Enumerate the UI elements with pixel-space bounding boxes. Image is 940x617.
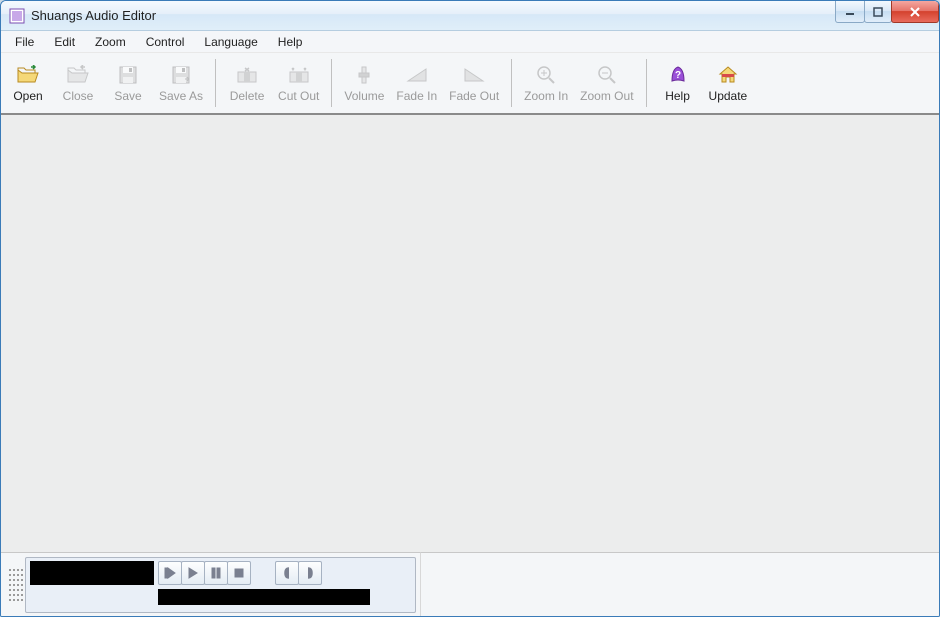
- toolbar-label: Update: [709, 89, 748, 103]
- folder-open-icon: [16, 63, 40, 87]
- delete-button[interactable]: Delete: [222, 61, 272, 105]
- panel-grip[interactable]: [5, 557, 25, 613]
- window-controls: [836, 1, 939, 23]
- play-icon: [187, 567, 199, 579]
- app-icon: [9, 8, 25, 24]
- menu-edit[interactable]: Edit: [44, 32, 85, 52]
- magnifier-plus-icon: [534, 63, 558, 87]
- selection-start-button[interactable]: [275, 561, 299, 585]
- selection-end-button[interactable]: [298, 561, 322, 585]
- menubar: File Edit Zoom Control Language Help: [1, 31, 939, 53]
- play-button[interactable]: [181, 561, 205, 585]
- footer-panel: [1, 552, 939, 616]
- minimize-icon: [844, 6, 856, 18]
- update-button[interactable]: Update: [703, 61, 754, 105]
- fade-in-icon: [405, 63, 429, 87]
- maximize-button[interactable]: [864, 1, 892, 23]
- titlebar[interactable]: Shuangs Audio Editor: [1, 1, 939, 31]
- toolbar-label: Save As: [159, 89, 203, 103]
- toolbar-label: Save: [114, 89, 141, 103]
- selection-brackets: [275, 561, 322, 585]
- pause-button[interactable]: [204, 561, 228, 585]
- toolbar-label: Zoom Out: [580, 89, 633, 103]
- help-button[interactable]: ? Help: [653, 61, 703, 105]
- toolbar-label: Volume: [344, 89, 384, 103]
- save-button[interactable]: Save: [103, 61, 153, 105]
- fade-out-button[interactable]: Fade Out: [443, 61, 505, 105]
- menu-language[interactable]: Language: [194, 32, 267, 52]
- toolbar-separator: [511, 59, 512, 107]
- open-button[interactable]: Open: [3, 61, 53, 105]
- save-as-button[interactable]: Save As: [153, 61, 209, 105]
- menu-zoom[interactable]: Zoom: [85, 32, 136, 52]
- close-icon: [908, 6, 922, 18]
- pause-icon: [210, 567, 222, 579]
- menu-control[interactable]: Control: [136, 32, 195, 52]
- help-book-icon: ?: [666, 63, 690, 87]
- footer-right-panel: [421, 552, 939, 616]
- svg-text:?: ?: [674, 70, 680, 81]
- maximize-icon: [872, 6, 884, 18]
- waveform-area: [1, 115, 939, 552]
- playback-controls: [158, 561, 251, 585]
- minimize-button[interactable]: [835, 1, 865, 23]
- menu-help[interactable]: Help: [268, 32, 313, 52]
- slider-icon: [352, 63, 376, 87]
- app-window: Shuangs Audio Editor File Edit Zoom Cont…: [0, 0, 940, 617]
- toolbar-label: Open: [13, 89, 42, 103]
- toolbar-label: Fade Out: [449, 89, 499, 103]
- magnifier-minus-icon: [595, 63, 619, 87]
- floppy-arrow-icon: [169, 63, 193, 87]
- stop-button[interactable]: [227, 561, 251, 585]
- close-file-button[interactable]: Close: [53, 61, 103, 105]
- stop-icon: [233, 567, 245, 579]
- fade-in-button[interactable]: Fade In: [390, 61, 443, 105]
- window-title: Shuangs Audio Editor: [31, 8, 836, 23]
- player-panel: [25, 557, 416, 613]
- delete-icon: [235, 63, 259, 87]
- zoom-out-button[interactable]: Zoom Out: [574, 61, 639, 105]
- position-display: [158, 589, 370, 605]
- cut-out-button[interactable]: Cut Out: [272, 61, 325, 105]
- floppy-icon: [116, 63, 140, 87]
- player-container: [1, 552, 421, 616]
- toolbar-separator: [215, 59, 216, 107]
- zoom-in-button[interactable]: Zoom In: [518, 61, 574, 105]
- folder-close-icon: [66, 63, 90, 87]
- toolbar-label: Close: [63, 89, 94, 103]
- toolbar-separator: [646, 59, 647, 107]
- play-from-start-button[interactable]: [158, 561, 182, 585]
- volume-button[interactable]: Volume: [338, 61, 390, 105]
- toolbar-label: Zoom In: [524, 89, 568, 103]
- bracket-close-icon: [304, 567, 316, 579]
- scissors-icon: [287, 63, 311, 87]
- toolbar-label: Delete: [230, 89, 265, 103]
- menu-file[interactable]: File: [5, 32, 44, 52]
- toolbar-label: Cut Out: [278, 89, 319, 103]
- fade-out-icon: [462, 63, 486, 87]
- toolbar-label: Fade In: [396, 89, 437, 103]
- bracket-open-icon: [281, 567, 293, 579]
- close-button[interactable]: [891, 1, 939, 23]
- toolbar-separator: [331, 59, 332, 107]
- toolbar: Open Close Save Save As Delete: [1, 53, 939, 115]
- home-icon: [716, 63, 740, 87]
- toolbar-label: Help: [665, 89, 690, 103]
- play-from-start-icon: [164, 567, 176, 579]
- time-display: [30, 561, 154, 585]
